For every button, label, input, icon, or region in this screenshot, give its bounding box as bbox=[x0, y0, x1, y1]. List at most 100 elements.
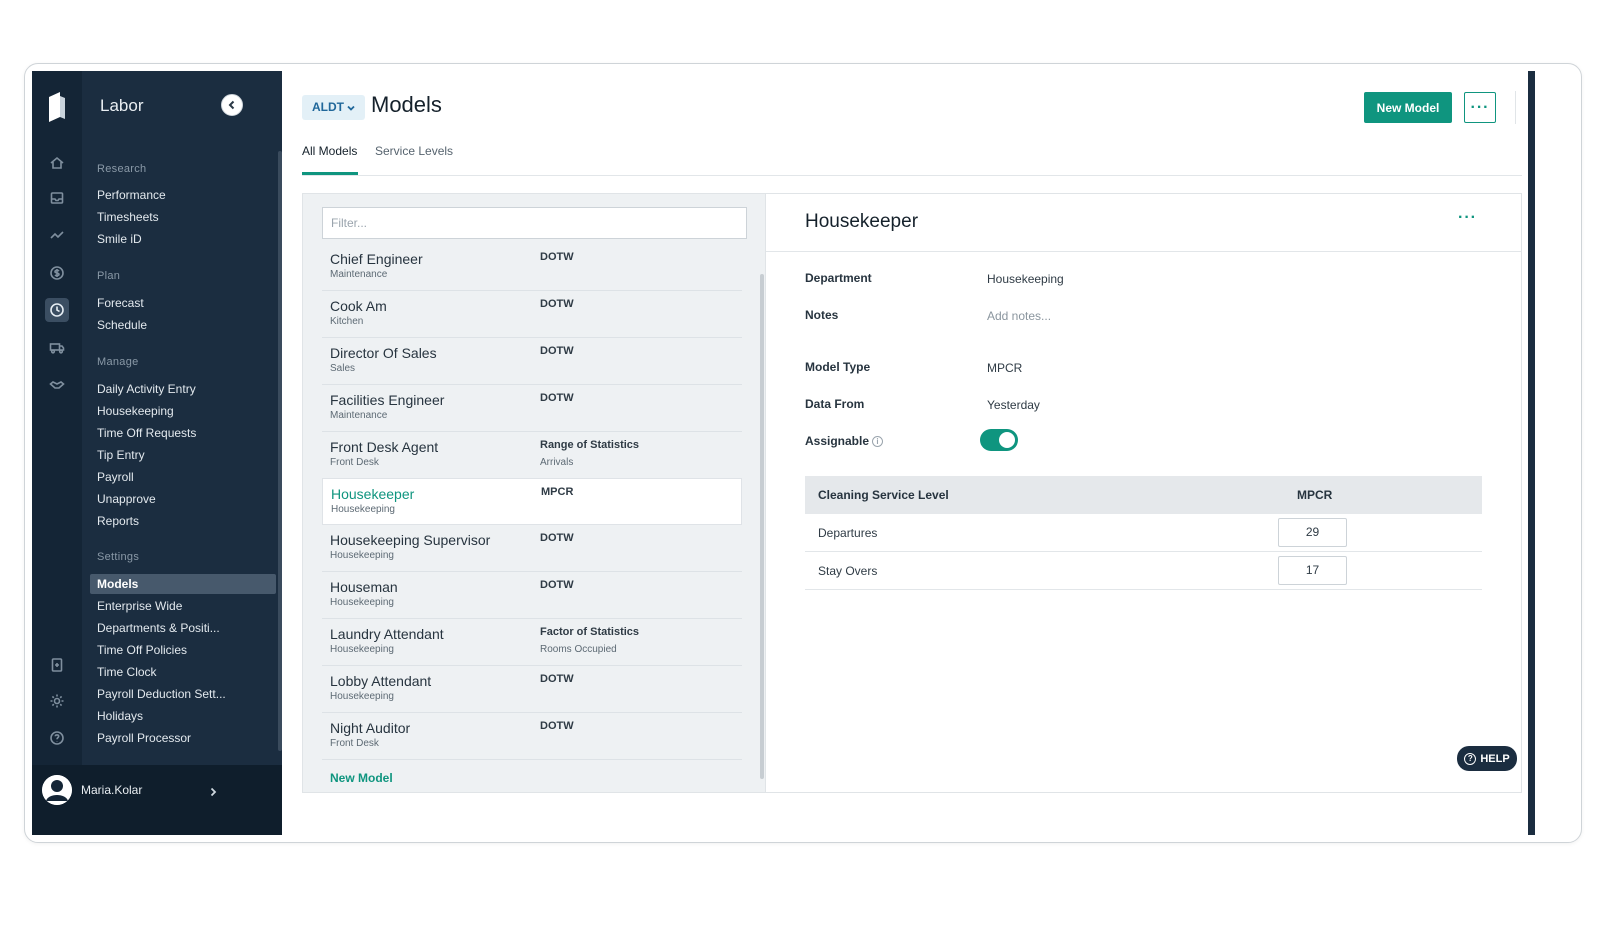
model-type: DOTW bbox=[540, 298, 574, 310]
section-research: Research bbox=[97, 163, 147, 175]
sidebar-item-models[interactable]: Models bbox=[90, 574, 276, 594]
model-department: Housekeeping bbox=[330, 597, 394, 608]
list-item[interactable]: Cook Am Kitchen DOTW bbox=[322, 291, 742, 338]
sidebar-item-smile-id[interactable]: Smile iD bbox=[97, 232, 272, 246]
gear-icon[interactable] bbox=[45, 689, 69, 713]
data-from-value[interactable]: Yesterday bbox=[987, 398, 1040, 412]
app-logo-icon bbox=[49, 92, 65, 122]
sidebar-item-time-clock[interactable]: Time Clock bbox=[97, 665, 272, 679]
trend-icon[interactable] bbox=[45, 224, 69, 248]
model-department: Front Desk bbox=[330, 457, 379, 468]
user-name: Maria.Kolar bbox=[81, 783, 143, 797]
badge-icon[interactable] bbox=[45, 653, 69, 677]
sidebar-item-reports[interactable]: Reports bbox=[97, 514, 272, 528]
list-item[interactable]: Director Of Sales Sales DOTW bbox=[322, 338, 742, 385]
model-department: Housekeeping bbox=[330, 691, 394, 702]
list-item[interactable]: Housekeeping Supervisor Housekeeping DOT… bbox=[322, 525, 742, 572]
model-name: Lobby Attendant bbox=[330, 673, 432, 689]
help-button[interactable]: ? HELP bbox=[1457, 746, 1517, 771]
detail-title: Housekeeper bbox=[805, 211, 919, 232]
list-item[interactable]: Front Desk Agent Front Desk Range of Sta… bbox=[322, 432, 742, 479]
property-selector[interactable]: ALDT bbox=[302, 95, 365, 120]
list-item[interactable]: Night Auditor Front Desk DOTW bbox=[322, 713, 742, 760]
notes-label: Notes bbox=[805, 308, 839, 322]
chevron-right-icon bbox=[208, 784, 220, 797]
truck-icon[interactable] bbox=[45, 336, 69, 360]
sidebar-item-daily-activity-entry[interactable]: Daily Activity Entry bbox=[97, 382, 272, 396]
sidebar-item-timesheets[interactable]: Timesheets bbox=[97, 210, 272, 224]
sidebar-item-schedule[interactable]: Schedule bbox=[97, 318, 272, 332]
models-list-panel: Filter... Chief Engineer Maintenance DOT… bbox=[302, 193, 766, 793]
sidebar-item-holidays[interactable]: Holidays bbox=[97, 709, 272, 723]
tab-bar: All Models Service Levels bbox=[302, 141, 1522, 176]
model-type: Range of Statistics bbox=[540, 439, 640, 451]
sidebar-item-departments-positions[interactable]: Departments & Positi... bbox=[97, 621, 272, 635]
list-item[interactable]: Laundry Attendant Housekeeping Factor of… bbox=[322, 619, 742, 666]
question-icon[interactable] bbox=[45, 726, 69, 750]
model-type: DOTW bbox=[540, 579, 574, 591]
model-type: Factor of Statistics bbox=[540, 626, 640, 638]
home-icon[interactable] bbox=[45, 151, 69, 175]
mpcr-input[interactable]: 29 bbox=[1278, 518, 1347, 547]
model-name: Facilities Engineer bbox=[330, 392, 445, 408]
sidebar-item-forecast[interactable]: Forecast bbox=[97, 296, 272, 310]
user-icon bbox=[42, 775, 72, 805]
sidebar-item-time-off-requests[interactable]: Time Off Requests bbox=[97, 426, 272, 440]
tab-all-models[interactable]: All Models bbox=[302, 144, 357, 158]
sidebar-item-payroll-processor[interactable]: Payroll Processor bbox=[97, 731, 272, 745]
model-type: DOTW bbox=[540, 532, 574, 544]
table-row: Stay Overs 17 bbox=[805, 552, 1482, 590]
avatar bbox=[42, 775, 72, 805]
notes-field[interactable]: Add notes... bbox=[987, 309, 1051, 323]
sidebar-item-performance[interactable]: Performance bbox=[97, 188, 272, 202]
model-department: Housekeeping bbox=[330, 550, 394, 561]
sidebar-item-housekeeping[interactable]: Housekeeping bbox=[97, 404, 272, 418]
assignable-label: Assignable bbox=[805, 434, 870, 448]
inbox-icon[interactable] bbox=[45, 186, 69, 210]
new-model-button[interactable]: New Model bbox=[1364, 92, 1452, 123]
section-settings: Settings bbox=[97, 551, 140, 563]
model-department: Maintenance bbox=[330, 410, 388, 421]
list-item[interactable]: Chief Engineer Maintenance DOTW bbox=[322, 249, 742, 291]
handshake-icon[interactable] bbox=[45, 373, 69, 397]
sidebar-item-enterprise-wide[interactable]: Enterprise Wide bbox=[97, 599, 272, 613]
model-name: Night Auditor bbox=[330, 720, 411, 736]
dollar-icon[interactable] bbox=[45, 261, 69, 285]
mpcr-input[interactable]: 17 bbox=[1278, 556, 1347, 585]
department-value[interactable]: Housekeeping bbox=[987, 272, 1064, 286]
model-department: Housekeeping bbox=[331, 504, 395, 515]
more-options-button[interactable]: ··· bbox=[1464, 92, 1496, 123]
model-type-value[interactable]: MPCR bbox=[987, 361, 1022, 375]
model-statistic: Arrivals bbox=[540, 457, 574, 468]
model-type-label: Model Type bbox=[805, 360, 871, 374]
detail-more-button[interactable]: ··· bbox=[1458, 209, 1477, 227]
filter-input[interactable]: Filter... bbox=[322, 207, 747, 239]
list-scrollbar[interactable] bbox=[760, 274, 764, 779]
data-from-label: Data From bbox=[805, 397, 865, 411]
sidebar-item-payroll-deduction-settings[interactable]: Payroll Deduction Sett... bbox=[97, 687, 272, 701]
model-name: Housekeeping Supervisor bbox=[330, 532, 491, 548]
clock-icon[interactable] bbox=[45, 298, 69, 322]
page-title: Models bbox=[371, 92, 442, 117]
model-type: DOTW bbox=[540, 673, 574, 685]
list-item-selected[interactable]: Housekeeper Housekeeping MPCR bbox=[322, 478, 742, 525]
sidebar-item-payroll[interactable]: Payroll bbox=[97, 470, 272, 484]
assignable-toggle[interactable] bbox=[980, 429, 1018, 451]
list-item[interactable]: Facilities Engineer Maintenance DOTW bbox=[322, 385, 742, 432]
list-item[interactable]: Houseman Housekeeping DOTW bbox=[322, 572, 742, 619]
tab-service-levels[interactable]: Service Levels bbox=[375, 144, 453, 158]
user-menu[interactable]: Maria.Kolar bbox=[32, 765, 282, 835]
sidebar-item-time-off-policies[interactable]: Time Off Policies bbox=[97, 643, 272, 657]
info-icon[interactable]: i bbox=[872, 436, 884, 448]
model-department: Front Desk bbox=[330, 738, 379, 749]
collapse-sidebar-button[interactable] bbox=[221, 94, 243, 116]
model-type: DOTW bbox=[540, 251, 574, 263]
model-type: DOTW bbox=[540, 392, 574, 404]
app-window: Labor Research Performance Timesheets Sm… bbox=[32, 71, 1574, 835]
list-item[interactable]: Lobby Attendant Housekeeping DOTW bbox=[322, 666, 742, 713]
department-label: Department bbox=[805, 271, 872, 285]
new-model-link[interactable]: New Model bbox=[330, 771, 393, 785]
sidebar-item-unapprove[interactable]: Unapprove bbox=[97, 492, 272, 506]
app-title: Labor bbox=[100, 96, 144, 115]
sidebar-item-tip-entry[interactable]: Tip Entry bbox=[97, 448, 272, 462]
